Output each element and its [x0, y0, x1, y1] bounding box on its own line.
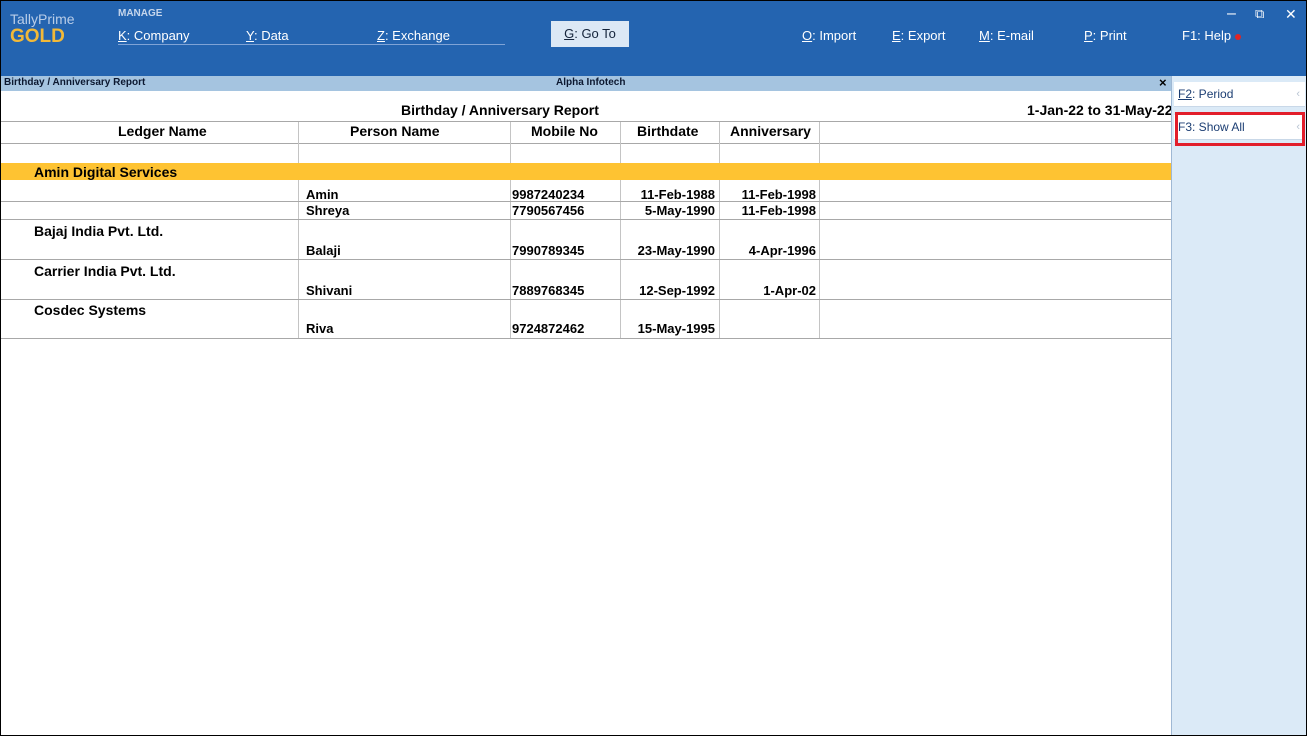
col-header-person: Person Name [350, 123, 440, 139]
mobile-no: 9724872462 [512, 321, 585, 336]
col-separator [819, 122, 820, 338]
anniversary: 1-Apr-02 [763, 283, 816, 298]
menu-company[interactable]: K: Company [118, 28, 190, 43]
menu-email-key: M [979, 28, 990, 43]
button-bar: F2: Period ‹ F3: Show All ‹ [1171, 76, 1306, 735]
period-key: F2 [1178, 87, 1193, 101]
brand-edition: GOLD [10, 26, 65, 47]
menu-import-key: O [802, 28, 813, 43]
menu-export-label: : Export [900, 28, 946, 43]
menu-import-label: : Import [812, 28, 857, 43]
menu-exchange-key: Z [377, 28, 385, 43]
period-button[interactable]: F2: Period ‹ [1174, 82, 1305, 107]
group-divider [1, 299, 1171, 300]
col-header-birthdate: Birthdate [637, 123, 699, 139]
menu-exchange[interactable]: Z: Exchange [377, 28, 450, 43]
col-header-anniversary: Anniversary [730, 123, 811, 139]
group-divider [1, 338, 1171, 339]
menu-email-label: : E-mail [989, 28, 1034, 43]
row-divider [1, 201, 1171, 202]
mobile-no: 7790567456 [512, 203, 585, 218]
period-label: : Period [1192, 87, 1234, 101]
menu-print-label: : Print [1092, 28, 1127, 43]
mobile-no: 7990789345 [512, 243, 585, 258]
person-name[interactable]: Riva [306, 321, 333, 336]
report-title-strip: Birthday / Anniversary Report Alpha Info… [1, 75, 1171, 91]
menu-export-key: E [892, 28, 901, 43]
brand-logo-text: TallyPrime [10, 11, 75, 27]
show-all-highlight-box [1175, 112, 1305, 146]
report-title: Birthday / Anniversary Report [401, 102, 599, 118]
manage-section-label: MANAGE [118, 8, 163, 19]
strip-report-name: Birthday / Anniversary Report [4, 77, 146, 88]
person-name[interactable]: Shreya [306, 203, 349, 218]
col-separator [620, 122, 621, 338]
mobile-no: 7889768345 [512, 283, 585, 298]
top-menu-bar: TallyPrime GOLD MANAGE K: Company Y: Dat… [1, 1, 1306, 76]
tally-window: TallyPrime GOLD MANAGE K: Company Y: Dat… [0, 0, 1307, 736]
report-close-icon[interactable]: × [1159, 75, 1167, 90]
mobile-no: 9987240234 [512, 187, 585, 202]
anniversary: 11-Feb-1998 [741, 187, 816, 202]
ledger-name[interactable]: Cosdec Systems [34, 302, 146, 318]
menu-help-label: F1: Help [1182, 28, 1232, 43]
birthdate: 23-May-1990 [637, 243, 715, 258]
menu-print-key: P [1084, 28, 1093, 43]
menu-help[interactable]: F1: Help [1182, 28, 1242, 43]
col-separator [298, 122, 299, 338]
birthdate: 5-May-1990 [644, 203, 715, 218]
anniversary: 11-Feb-1998 [741, 203, 816, 218]
birthdate: 15-May-1995 [637, 321, 715, 336]
goto-key: G [564, 26, 575, 41]
menu-exchange-label: : Exchange [384, 28, 450, 43]
person-name[interactable]: Shivani [306, 283, 352, 298]
menu-company-key: K [118, 28, 127, 43]
menu-data-label: : Data [253, 28, 289, 43]
col-header-mobile: Mobile No [531, 123, 598, 139]
goto-button[interactable]: G: Go To [551, 21, 629, 47]
menu-import[interactable]: O: Import [802, 28, 856, 43]
header-bottom-divider [1, 143, 1171, 144]
col-header-ledger: Ledger Name [118, 123, 207, 139]
menu-print[interactable]: P: Print [1084, 28, 1127, 43]
menu-export[interactable]: E: Export [892, 28, 945, 43]
ledger-name[interactable]: Carrier India Pvt. Ltd. [34, 263, 176, 279]
ledger-name[interactable]: Amin Digital Services [34, 164, 177, 180]
col-separator [719, 122, 720, 338]
ledger-name[interactable]: Bajaj India Pvt. Ltd. [34, 223, 163, 239]
birthdate: 11-Feb-1988 [640, 187, 715, 202]
birthdate: 12-Sep-1992 [639, 283, 715, 298]
strip-company-name: Alpha Infotech [556, 77, 626, 88]
close-icon[interactable]: ✕ [1285, 5, 1297, 23]
group-divider [1, 259, 1171, 260]
menu-data-key: Y [246, 28, 254, 43]
col-separator [510, 122, 511, 338]
menu-email[interactable]: M: E-mail [979, 28, 1034, 43]
help-notification-dot [1235, 33, 1242, 40]
restore-icon[interactable]: ⧉ [1255, 5, 1264, 23]
manage-divider [118, 44, 505, 45]
chevron-left-icon: ‹ [1296, 88, 1300, 100]
person-name[interactable]: Amin [306, 187, 339, 202]
menu-company-label: : Company [126, 28, 190, 43]
group-divider [1, 219, 1171, 220]
goto-label: : Go To [574, 26, 616, 41]
person-name[interactable]: Balaji [306, 243, 341, 258]
header-top-divider [1, 121, 1171, 122]
report-period: 1-Jan-22 to 31-May-22 [1027, 102, 1173, 118]
anniversary: 4-Apr-1996 [748, 243, 816, 258]
minimize-icon[interactable]: – [1227, 5, 1236, 23]
menu-data[interactable]: Y: Data [246, 28, 289, 43]
